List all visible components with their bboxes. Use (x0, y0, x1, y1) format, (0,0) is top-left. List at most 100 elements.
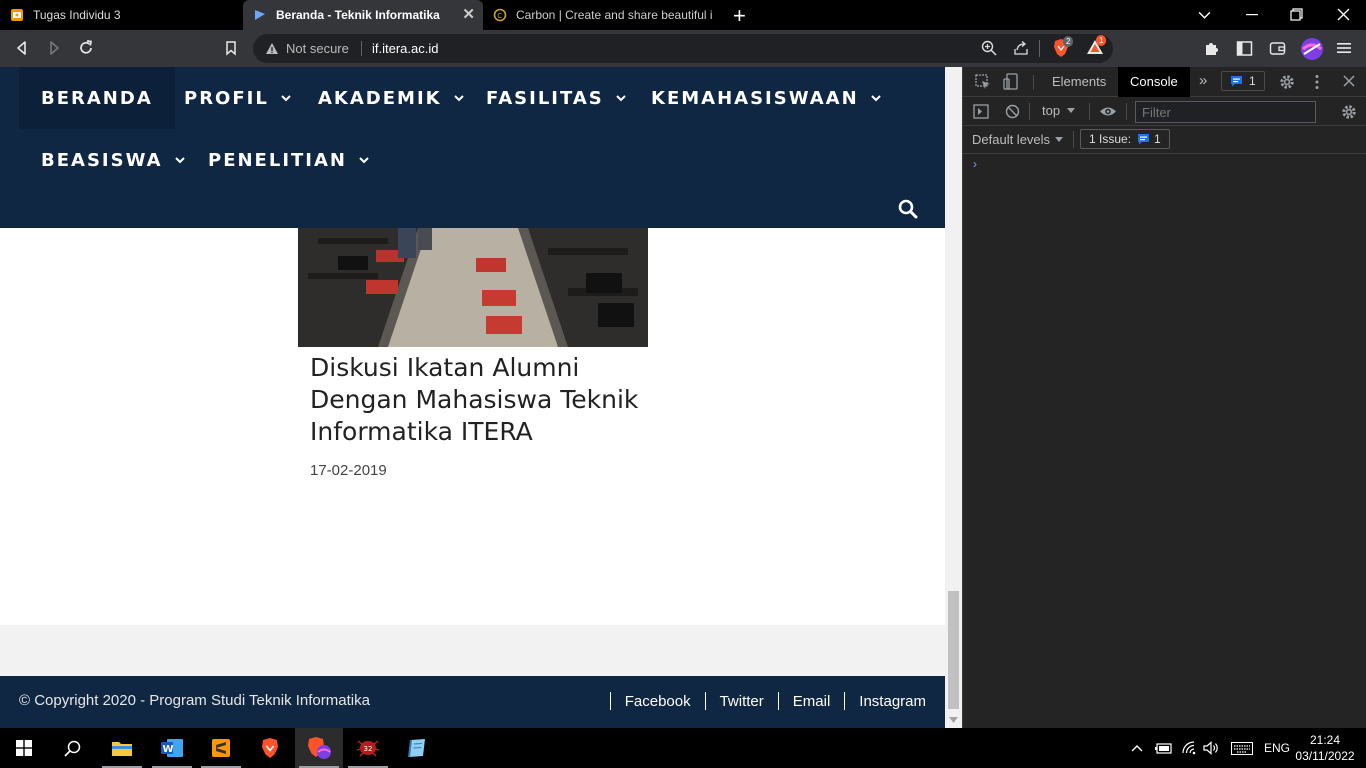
nav-label: PENELITIAN (208, 149, 347, 171)
scroll-down-arrow-icon[interactable] (949, 717, 958, 723)
restore-icon[interactable] (1290, 8, 1303, 21)
wallet-icon[interactable] (1269, 40, 1286, 57)
security-indicator[interactable]: Not secure (265, 41, 349, 56)
extensions-puzzle-icon[interactable] (1203, 40, 1220, 57)
nav-label: PROFIL (184, 87, 269, 109)
nav-kemahasiswaan[interactable]: KEMAHASISWAAN (651, 67, 881, 129)
footer-link-facebook[interactable]: Facebook (596, 692, 691, 710)
profile-avatar[interactable] (1300, 37, 1324, 61)
more-tabs-icon[interactable]: » (1199, 72, 1207, 89)
devtools-panel: Elements Console » 1 top Default levels (962, 67, 1366, 728)
brave-icon (262, 738, 278, 758)
clock-date: 03/11/2022 (1295, 749, 1355, 763)
nav-label: BEASISWA (41, 149, 163, 171)
footer-link-email[interactable]: Email (764, 692, 830, 710)
not-secure-label: Not secure (286, 41, 349, 56)
devtools-tab-elements[interactable]: Elements (1040, 67, 1118, 97)
nav-label: AKADEMIK (318, 87, 442, 109)
wifi-icon[interactable] (1181, 741, 1197, 755)
bookmark-icon[interactable] (222, 39, 240, 57)
nav-profil[interactable]: PROFIL (184, 67, 291, 129)
input-language[interactable]: ENG (1264, 741, 1290, 755)
issues-button[interactable]: 1 Issue: 1 (1080, 129, 1170, 149)
footer-link-twitter[interactable]: Twitter (691, 692, 764, 710)
reload-icon[interactable] (77, 39, 95, 57)
sidebar-icon[interactable] (1236, 40, 1253, 57)
tab-carbon[interactable]: C Carbon | Create and share beautiful im… (483, 0, 723, 30)
site-footer: © Copyright 2020 - Program Studi Teknik … (0, 676, 945, 728)
sidebar-toggle-icon[interactable] (973, 104, 989, 119)
page-viewport: BERANDA PROFIL AKADEMIK FASILITAS KEMAHA… (0, 67, 945, 728)
brave-rewards-button[interactable]: 1 (1086, 35, 1108, 58)
taskbar-sublime-text[interactable] (197, 728, 245, 768)
share-icon[interactable] (1013, 40, 1029, 56)
carbon-icon: C (493, 8, 507, 22)
context-selector[interactable]: top (1042, 103, 1076, 118)
nav-fasilitas[interactable]: FASILITAS (486, 67, 626, 129)
chevron-down-icon (359, 157, 369, 164)
show-hidden-icons-chevron-icon[interactable] (1131, 744, 1143, 752)
omnibox-divider (1039, 40, 1040, 57)
minimize-icon[interactable] (1246, 14, 1258, 16)
nav-akademik[interactable]: AKADEMIK (318, 67, 464, 129)
page-scrollbar[interactable] (945, 67, 962, 728)
search-icon[interactable] (897, 198, 919, 220)
url-text[interactable]: if.itera.ac.id (372, 41, 438, 56)
settings-gear-icon[interactable] (1279, 74, 1295, 90)
taskbar-brave-active[interactable] (295, 728, 343, 768)
zoom-icon[interactable] (981, 40, 997, 56)
log-levels-dropdown[interactable]: Default levels (972, 132, 1064, 147)
scrollbar-thumb[interactable] (948, 591, 959, 709)
kebab-menu-icon[interactable] (1315, 74, 1319, 90)
folder-icon (112, 742, 132, 756)
back-icon[interactable] (13, 39, 31, 57)
dropdown-arrow-icon (1067, 107, 1076, 113)
taskbar-app-8[interactable]: 32 (344, 728, 392, 768)
nav-beranda[interactable]: BERANDA (19, 67, 175, 129)
console-filter-input[interactable] (1135, 101, 1316, 123)
device-toolbar-icon[interactable] (1003, 73, 1019, 91)
divider (1033, 75, 1034, 90)
clock-time: 21:24 (1309, 733, 1341, 747)
footer-links: Facebook Twitter Email Instagram (596, 692, 926, 710)
taskbar-app-9[interactable] (393, 728, 441, 768)
close-tab-icon[interactable]: ✕ (462, 7, 475, 22)
taskbar-file-explorer[interactable] (98, 728, 146, 768)
battery-icon[interactable] (1155, 742, 1173, 754)
system-clock[interactable]: 21:24 03/11/2022 (1290, 732, 1360, 764)
console-prompt[interactable]: › (973, 157, 977, 171)
tab-search-chevron-icon[interactable] (1198, 8, 1211, 21)
console-settings-icon[interactable] (1341, 104, 1357, 120)
dropdown-arrow-icon (1055, 136, 1064, 142)
inspect-element-icon[interactable] (975, 74, 991, 90)
post-title[interactable]: Diskusi Ikatan Alumni Dengan Mahasiswa T… (310, 352, 640, 448)
menu-icon[interactable] (1337, 41, 1351, 55)
close-window-icon[interactable] (1337, 8, 1350, 21)
devtools-tab-console[interactable]: Console (1118, 67, 1190, 97)
forward-icon[interactable] (45, 39, 63, 57)
levels-label: Default levels (972, 132, 1051, 147)
notebook-app-icon (408, 739, 425, 758)
keyboard-icon[interactable] (1231, 741, 1253, 755)
taskbar-word[interactable]: W (148, 728, 196, 768)
tab-tugas-individu[interactable]: Tugas Individu 3 (0, 0, 243, 30)
new-tab-button[interactable]: + (733, 3, 746, 29)
footer-link-instagram[interactable]: Instagram (830, 692, 926, 710)
nav-beasiswa[interactable]: BEASISWA (41, 129, 185, 191)
volume-icon[interactable] (1203, 741, 1221, 755)
address-bar[interactable]: Not secure if.itera.ac.id 2 1 (253, 34, 1113, 63)
taskbar-search-button[interactable] (48, 728, 96, 768)
taskbar-brave[interactable] (246, 728, 294, 768)
live-expression-eye-icon[interactable] (1099, 105, 1117, 118)
start-button[interactable] (0, 728, 48, 768)
close-devtools-icon[interactable] (1343, 75, 1355, 87)
clear-console-icon[interactable] (1005, 104, 1020, 119)
link-label: Facebook (624, 692, 691, 710)
console-levels-bar: Default levels 1 Issue: 1 (963, 126, 1366, 154)
post-thumbnail-image[interactable] (298, 228, 648, 347)
tab-beranda[interactable]: Beranda - Teknik Informatika ✕ (243, 0, 483, 30)
divider (844, 692, 846, 710)
nav-penelitian[interactable]: PENELITIAN (208, 129, 369, 191)
issues-counter[interactable]: 1 (1221, 71, 1265, 91)
brave-shields-button[interactable]: 2 (1052, 36, 1074, 58)
